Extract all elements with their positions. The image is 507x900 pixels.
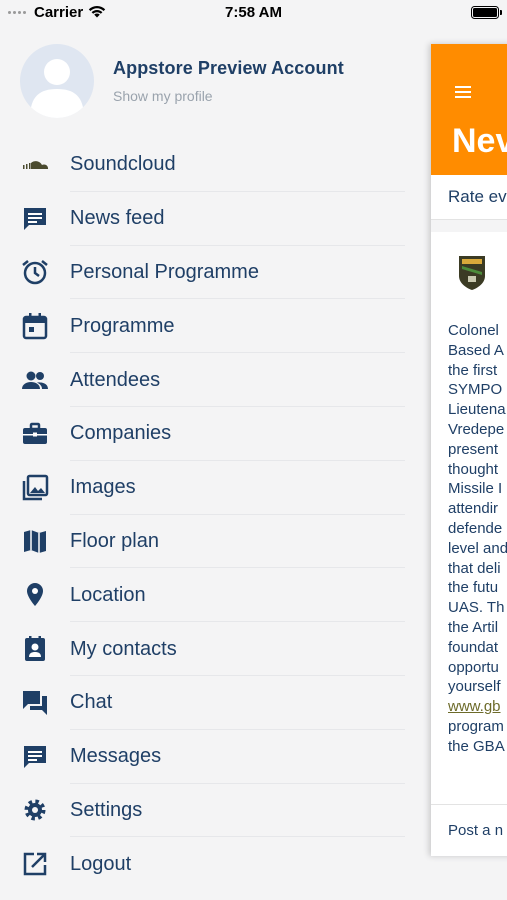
article-line: present [448,440,499,458]
avatar-silhouette-icon [30,59,84,118]
article-line: Vredepe [448,420,505,438]
article-line: defende [448,519,503,537]
menu-label: Logout [70,852,132,875]
menu-label: Soundcloud [70,153,176,176]
menu-label: My contacts [70,637,177,660]
message-icon [0,742,70,772]
menu-label: Settings [70,798,143,821]
menu-item-news-feed[interactable]: News feed [0,192,405,246]
profile-header[interactable]: Appstore Preview Account Show my profile [20,44,344,118]
images-icon [0,473,70,503]
calendar-icon [0,311,70,341]
avatar[interactable] [20,44,94,118]
news-post: Colonel Based A the first SYMPO Lieutena Vred… [431,232,507,757]
rate-event-bar[interactable]: Rate ev [431,175,507,220]
clock-time: 7:58 AM [225,4,282,21]
panel-title: Nev [452,122,507,160]
menu-label: Companies [70,422,172,445]
separator [431,220,507,232]
menu-label: Personal Programme [70,260,259,283]
organisation-logo-icon [459,256,485,290]
menu-item-companies[interactable]: Companies [0,407,405,461]
logout-icon [0,849,70,879]
soundcloud-icon [0,150,70,180]
menu-item-location[interactable]: Location [0,568,405,622]
menu-label: Floor plan [70,529,159,552]
article-line: Colonel [448,322,499,339]
article-line: thought [448,460,499,478]
panel-header: Nev [431,44,507,175]
menu-item-settings[interactable]: Settings [0,784,405,838]
contact-card-icon [0,634,70,664]
location-pin-icon [0,580,70,610]
side-menu: Soundcloud News feed Personal Programme … [0,138,405,891]
menu-item-my-contacts[interactable]: My contacts [0,622,405,676]
news-feed-panel[interactable]: Nev Rate ev Colonel Based A the first SYMPO… [431,44,507,856]
menu-item-soundcloud[interactable]: Soundcloud [0,138,405,192]
article-line: Missile I [448,480,503,498]
menu-label: Chat [70,691,113,714]
menu-item-images[interactable]: Images [0,461,405,515]
people-icon [0,365,70,395]
article-line: yourself [448,678,501,696]
article-text: Colonel Based A the first SYMPO Lieutena Vred… [448,321,507,757]
menu-label: Images [70,476,136,499]
article-line: attendir [448,500,499,518]
article-line: the Artil [448,618,499,636]
article-line: the futu [448,579,499,597]
article-line: the GBA [448,737,505,755]
profile-name: Appstore Preview Account [113,58,344,78]
menu-label: Programme [70,314,175,337]
article-line: Lieutena [448,401,506,419]
map-icon [0,526,70,556]
menu-label: News feed [70,207,165,230]
post-message-bar[interactable]: Post a n [431,804,507,856]
menu-label: Messages [70,745,162,768]
menu-item-programme[interactable]: Programme [0,299,405,353]
menu-item-chat[interactable]: Chat [0,676,405,730]
article-line: Based A [448,341,504,359]
article-line: UAS. Th [448,599,505,617]
alarm-clock-icon [0,257,70,287]
show-profile-link[interactable]: Show my profile [113,88,344,104]
battery-icon [471,6,502,19]
menu-item-logout[interactable]: Logout [0,837,405,891]
article-line: level and [448,539,507,557]
menu-label: Location [70,583,146,606]
article-line: opportu [448,658,499,676]
article-line: SYMPO [448,381,503,399]
gear-icon [0,795,70,825]
article-line: the first [448,361,498,379]
menu-item-attendees[interactable]: Attendees [0,353,405,407]
article-line: that deli [448,559,501,577]
menu-item-messages[interactable]: Messages [0,730,405,784]
article-line: foundat [448,638,499,656]
briefcase-icon [0,419,70,449]
chat-icon [0,688,70,718]
menu-label: Attendees [70,368,161,391]
menu-item-floor-plan[interactable]: Floor plan [0,515,405,569]
article-link[interactable]: www.gb [448,697,507,717]
news-feed-icon [0,204,70,234]
status-bar: Carrier 7:58 AM [0,0,507,26]
hamburger-menu-icon[interactable] [455,86,471,101]
article-line: program [448,717,504,735]
menu-item-personal-programme[interactable]: Personal Programme [0,246,405,300]
